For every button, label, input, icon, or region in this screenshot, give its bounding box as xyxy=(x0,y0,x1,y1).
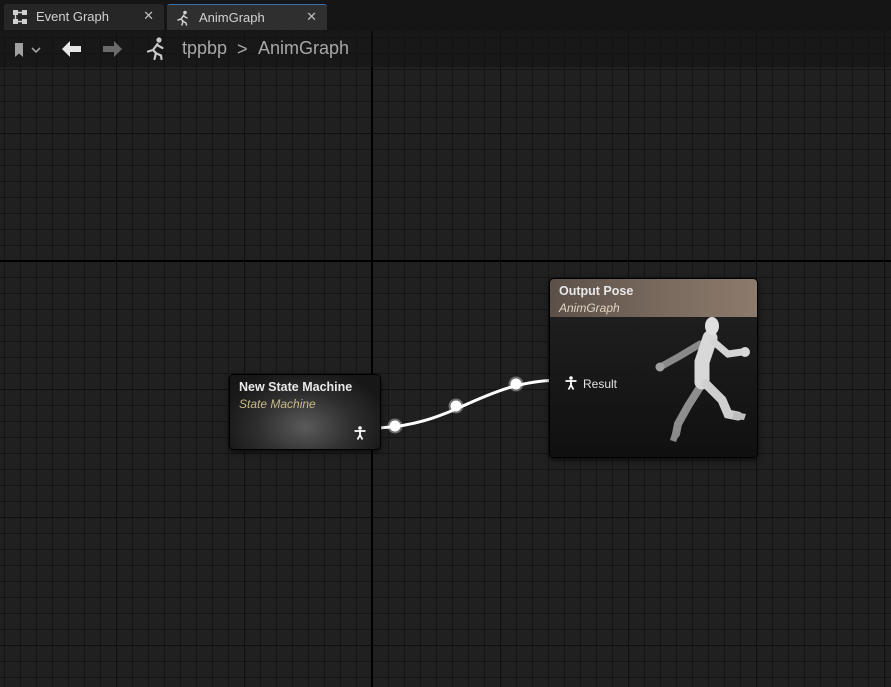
breadcrumb: tppbp > AnimGraph xyxy=(0,31,891,67)
tab-event-graph[interactable]: Event Graph ✕ xyxy=(4,4,164,30)
document-tab-bar: Event Graph ✕ AnimGraph ✕ xyxy=(0,0,891,31)
anim-blueprint-icon xyxy=(146,37,164,61)
breadcrumb-item-animgraph[interactable]: AnimGraph xyxy=(258,38,349,59)
forward-arrow-icon[interactable] xyxy=(100,38,124,60)
node-subtitle: AnimGraph xyxy=(559,301,620,315)
pose-output-pin-icon[interactable] xyxy=(353,426,367,440)
tab-anim-graph[interactable]: AnimGraph ✕ xyxy=(167,4,327,30)
node-title: Output Pose xyxy=(559,284,634,298)
bookmark-icon[interactable] xyxy=(12,40,42,60)
running-mannequin-icon xyxy=(655,317,750,442)
pose-input-pin-icon[interactable] xyxy=(564,376,578,390)
breadcrumb-separator: > xyxy=(237,39,248,59)
tab-event-graph-label: Event Graph xyxy=(36,9,109,24)
node-title: New State Machine xyxy=(239,380,353,394)
result-pin-label: Result xyxy=(583,377,618,391)
back-arrow-icon[interactable] xyxy=(60,38,84,60)
breadcrumb-item-tppbp[interactable]: tppbp xyxy=(182,38,227,59)
tab-anim-graph-label: AnimGraph xyxy=(199,10,265,25)
event-graph-icon xyxy=(13,10,27,24)
state-machine-node[interactable]: New State Machine State Machine xyxy=(229,374,381,450)
node-subtitle: State Machine xyxy=(239,397,316,411)
anim-graph-icon xyxy=(177,10,188,26)
grid-origin-horizontal xyxy=(0,260,891,262)
close-icon[interactable]: ✕ xyxy=(143,8,154,24)
grid-origin-vertical xyxy=(371,31,373,687)
close-icon[interactable]: ✕ xyxy=(306,9,317,25)
